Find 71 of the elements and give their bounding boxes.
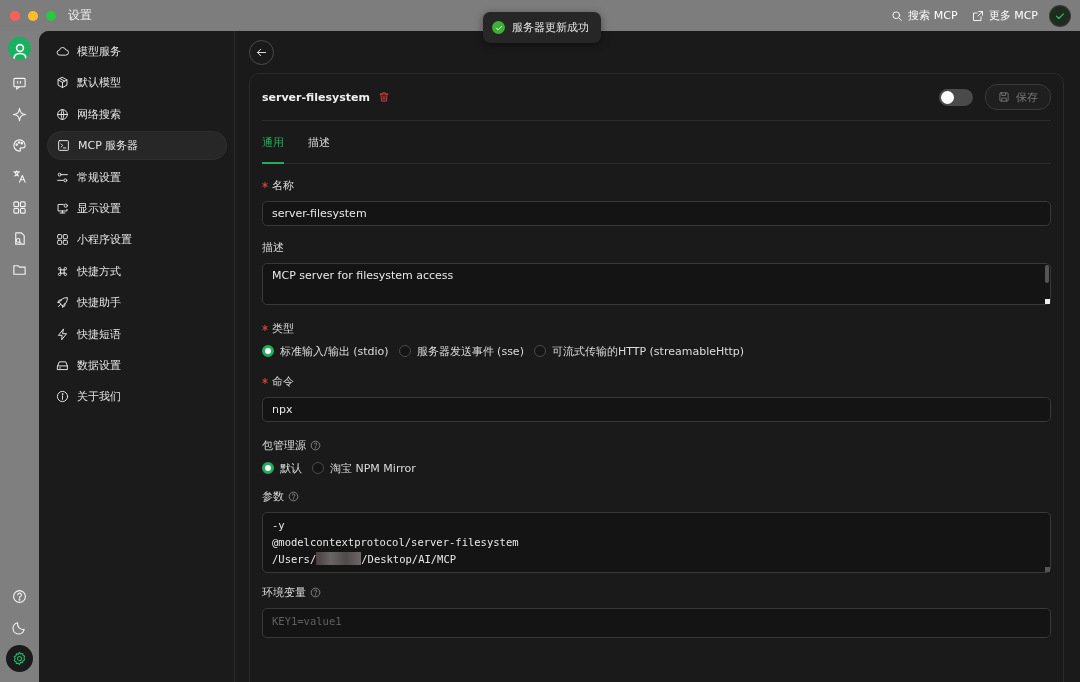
radio-button[interactable] bbox=[312, 462, 324, 474]
help-icon[interactable] bbox=[310, 439, 321, 451]
success-icon bbox=[492, 21, 505, 34]
radio-option[interactable]: 服务器发送事件 (sse) bbox=[398, 343, 524, 359]
sidebar-item[interactable]: 快捷方式 bbox=[47, 256, 227, 286]
grid-icon bbox=[56, 233, 69, 247]
sidebar-item[interactable]: 关于我们 bbox=[47, 382, 227, 412]
text-field[interactable]: npx bbox=[262, 397, 1051, 422]
tab[interactable]: 描述 bbox=[308, 121, 330, 164]
user-avatar-icon[interactable] bbox=[8, 37, 31, 60]
redaction-mark bbox=[316, 552, 362, 565]
search-mcp-link[interactable]: 搜索 MCP bbox=[891, 8, 958, 23]
zoom-window-button[interactable] bbox=[46, 10, 56, 21]
field-label: 包管理源 bbox=[262, 437, 306, 453]
server-name: server-filesystem bbox=[262, 90, 370, 104]
resize-handle-icon[interactable] bbox=[1045, 567, 1050, 572]
radio-option[interactable]: 标准输入/输出 (stdio) bbox=[262, 343, 389, 359]
window-title: 设置 bbox=[68, 7, 92, 24]
search-icon bbox=[891, 9, 904, 22]
sliders-icon bbox=[56, 170, 69, 184]
radio-button[interactable] bbox=[262, 345, 274, 357]
sidebar-item[interactable]: 默认模型 bbox=[47, 68, 227, 98]
help-icon[interactable] bbox=[288, 490, 299, 502]
lightning-icon bbox=[56, 327, 69, 341]
cloud-icon bbox=[56, 45, 69, 58]
info-icon bbox=[56, 390, 69, 404]
radio-button[interactable] bbox=[262, 462, 274, 474]
save-icon bbox=[998, 91, 1010, 103]
monitor-icon bbox=[56, 201, 69, 215]
radio-option[interactable]: 淘宝 NPM Mirror bbox=[312, 460, 416, 476]
sidebar-item[interactable]: 常规设置 bbox=[47, 162, 227, 192]
rocket-icon bbox=[56, 296, 69, 310]
back-arrow-icon bbox=[255, 46, 268, 59]
field-label: 命令 bbox=[272, 373, 294, 389]
text-field[interactable]: server-filesystem bbox=[262, 201, 1051, 226]
description-field[interactable]: MCP server for filesystem access bbox=[262, 263, 1051, 305]
external-link-icon bbox=[971, 9, 984, 22]
sidebar-item[interactable]: 快捷助手 bbox=[47, 288, 227, 318]
status-check-icon[interactable] bbox=[1050, 5, 1070, 26]
more-mcp-link[interactable]: 更多 MCP bbox=[971, 8, 1038, 23]
code-field[interactable]: -y @modelcontextprotocol/server-filesystem /Users/ /Desktop/AI/MCP bbox=[262, 512, 1051, 573]
radio-option[interactable]: 可流式传输的HTTP (streamableHttp) bbox=[533, 343, 745, 359]
sidebar-item[interactable]: 小程序设置 bbox=[47, 225, 227, 255]
sidebar-item[interactable]: 网络搜索 bbox=[47, 99, 227, 129]
command-key-icon bbox=[56, 264, 69, 278]
field-label: 环境变量 bbox=[262, 584, 306, 600]
radio-button[interactable] bbox=[533, 345, 546, 357]
field-label: 名称 bbox=[272, 177, 294, 193]
sidebar-item[interactable]: 数据设置 bbox=[47, 350, 227, 380]
minimize-window-button[interactable] bbox=[28, 10, 38, 21]
globe-icon bbox=[56, 107, 69, 121]
drive-icon bbox=[56, 358, 69, 372]
trash-icon bbox=[377, 91, 390, 103]
radio-option[interactable]: 默认 bbox=[262, 460, 302, 476]
toggle-switch[interactable] bbox=[939, 88, 973, 106]
resize-handle-icon[interactable] bbox=[1045, 299, 1050, 304]
terminal-icon bbox=[57, 139, 70, 153]
help-icon[interactable] bbox=[310, 586, 321, 598]
toast-message: 服务器更新成功 bbox=[512, 20, 589, 35]
field-label: 参数 bbox=[262, 488, 284, 504]
radio-button[interactable] bbox=[398, 345, 411, 357]
delete-button[interactable] bbox=[377, 91, 390, 103]
field-label: 类型 bbox=[272, 320, 294, 336]
sidebar-item[interactable]: MCP 服务器 bbox=[47, 131, 227, 161]
sidebar-item[interactable]: 显示设置 bbox=[47, 193, 227, 223]
cube-icon bbox=[56, 76, 69, 90]
sidebar-item[interactable]: 模型服务 bbox=[47, 37, 227, 66]
settings-icon[interactable] bbox=[6, 645, 33, 672]
field-label: 描述 bbox=[262, 239, 284, 255]
tab[interactable]: 通用 bbox=[262, 121, 284, 164]
sidebar-item[interactable]: 快捷短语 bbox=[47, 319, 227, 349]
